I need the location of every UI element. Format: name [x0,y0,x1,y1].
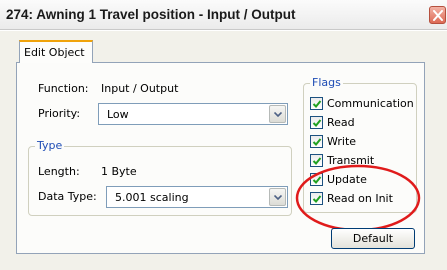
default-button[interactable]: Default [331,228,415,249]
data-type-select[interactable]: 5.001 scaling [106,186,288,208]
communication-label[interactable]: Communication [327,97,414,110]
tab-edit-object[interactable]: Edit Object [19,40,93,63]
function-value: Input / Output [101,82,179,95]
flags-group-title: Flags [310,76,343,89]
write-label[interactable]: Write [327,135,356,148]
read-checkbox[interactable] [310,116,323,129]
close-button[interactable] [429,6,446,24]
chevron-down-icon [274,195,282,200]
update-checkbox[interactable] [310,173,323,186]
read-on-init-checkbox[interactable] [310,192,323,205]
data-type-dropdown-button[interactable] [269,188,286,206]
default-button-label: Default [352,232,394,245]
title-bar[interactable]: 274: Awning 1 Travel position - Input / … [0,0,447,30]
checkmark-icon [312,100,322,108]
update-label[interactable]: Update [327,173,367,186]
close-icon [433,10,443,21]
checkmark-icon [312,176,322,184]
checkmark-icon [312,138,322,146]
read-on-init-label[interactable]: Read on Init [327,192,393,205]
communication-checkbox[interactable] [310,97,323,110]
checkmark-icon [312,157,322,165]
data-type-value: 5.001 scaling [115,191,189,204]
read-label[interactable]: Read [327,116,355,129]
transmit-checkbox[interactable] [310,154,323,167]
priority-select[interactable]: Low [98,103,288,125]
length-label: Length: [38,165,80,178]
data-type-label: Data Type: [38,190,97,203]
chevron-down-icon [274,112,282,117]
priority-dropdown-button[interactable] [269,105,286,123]
priority-label: Priority: [38,107,81,120]
transmit-label[interactable]: Transmit [327,154,374,167]
priority-value: Low [107,108,129,121]
window-title: 274: Awning 1 Travel position - Input / … [6,7,296,22]
checkmark-icon [312,195,322,203]
function-label: Function: [38,82,89,95]
tab-label: Edit Object [24,46,85,59]
checkmark-icon [312,119,322,127]
length-value: 1 Byte [101,165,137,178]
type-group-title: Type [35,139,65,152]
write-checkbox[interactable] [310,135,323,148]
dialog-window: 274: Awning 1 Travel position - Input / … [0,0,447,270]
